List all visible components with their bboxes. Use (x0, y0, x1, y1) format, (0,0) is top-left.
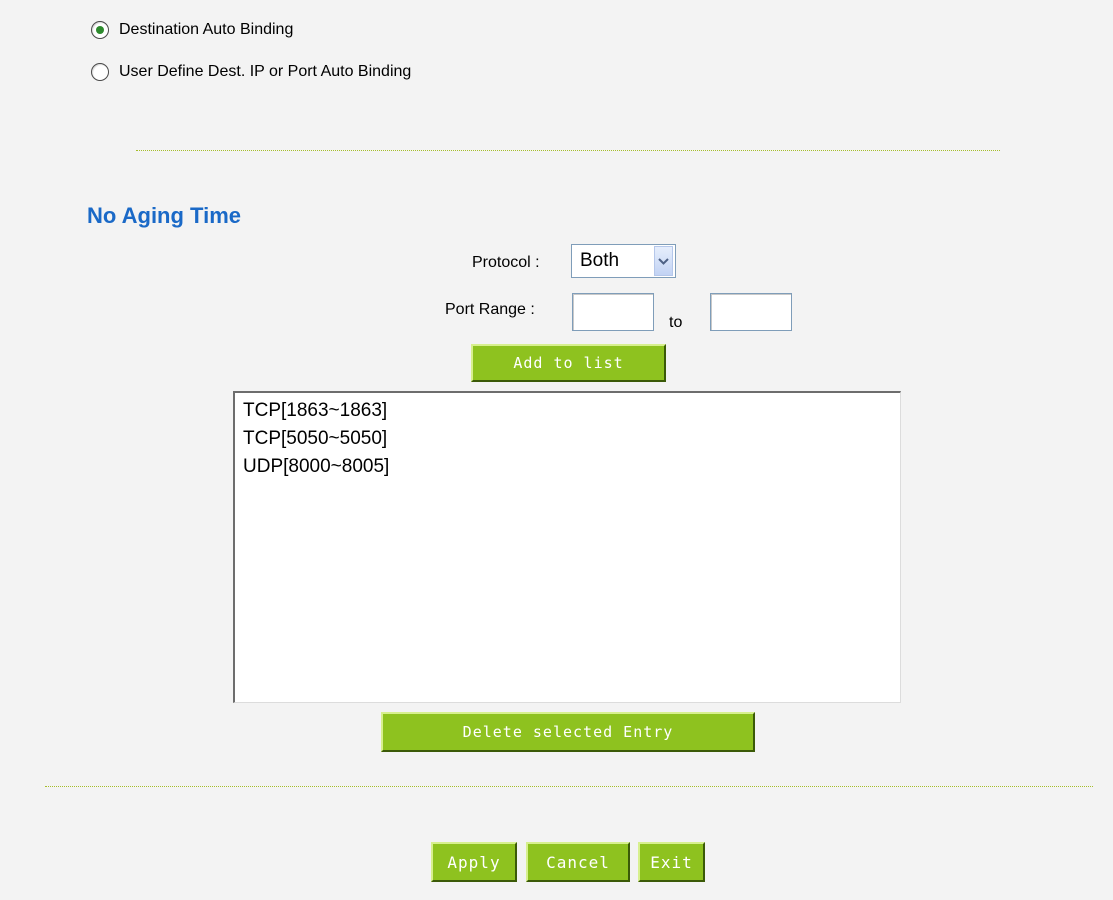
list-item[interactable]: TCP[1863~1863] (243, 397, 900, 425)
exit-button[interactable]: Exit (638, 842, 705, 882)
divider (45, 786, 1093, 787)
delete-selected-entry-button[interactable]: Delete selected Entry (381, 712, 755, 752)
port-range-to-input[interactable] (710, 293, 792, 331)
radio-label: User Define Dest. IP or Port Auto Bindin… (119, 63, 412, 80)
list-item[interactable]: TCP[5050~5050] (243, 425, 900, 453)
port-range-label: Port Range : (445, 301, 535, 318)
protocol-label: Protocol : (472, 254, 540, 271)
add-to-list-button[interactable]: Add to list (471, 344, 666, 382)
radio-destination-auto-binding[interactable]: Destination Auto Binding (91, 21, 293, 39)
to-label: to (669, 314, 683, 331)
radio-button[interactable] (91, 63, 109, 81)
apply-button[interactable]: Apply (431, 842, 517, 882)
protocol-selected-value: Both (580, 250, 620, 271)
radio-button-checked[interactable] (91, 21, 109, 39)
divider (136, 150, 1000, 151)
radio-user-define-binding[interactable]: User Define Dest. IP or Port Auto Bindin… (91, 63, 411, 81)
list-item[interactable]: UDP[8000~8005] (243, 453, 900, 481)
entry-listbox[interactable]: TCP[1863~1863] TCP[5050~5050] UDP[8000~8… (233, 391, 901, 703)
section-title: No Aging Time (87, 203, 241, 228)
protocol-select[interactable]: Both (571, 244, 676, 278)
radio-label: Destination Auto Binding (119, 21, 294, 38)
cancel-button[interactable]: Cancel (526, 842, 630, 882)
port-range-from-input[interactable] (572, 293, 654, 331)
chevron-down-icon[interactable] (654, 246, 673, 276)
